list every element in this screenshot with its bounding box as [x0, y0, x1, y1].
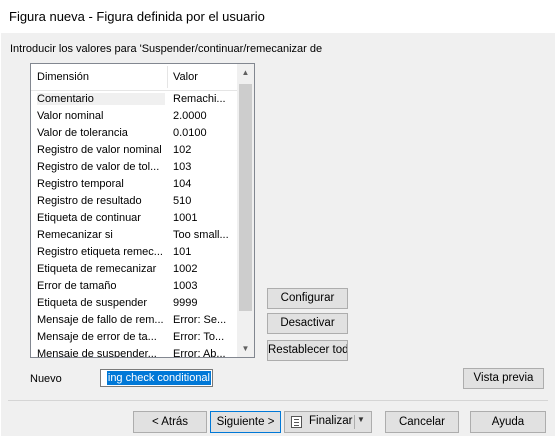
dimension-name: Registro de valor nominal [37, 144, 162, 156]
restablecer-todo-button[interactable]: Restablecer todo [267, 340, 348, 361]
dimension-name: Valor nominal [37, 110, 104, 122]
vista-previa-button[interactable]: Vista previa [463, 368, 544, 389]
nuevo-name-input[interactable]: ing check conditional [100, 369, 213, 387]
dimension-name: Mensaje de error de ta... [37, 331, 157, 343]
dimension-name: Mensaje de suspender... [37, 348, 157, 358]
configurar-button[interactable]: Configurar [267, 288, 348, 309]
desactivar-button[interactable]: Desactivar [267, 313, 348, 334]
column-header-value[interactable]: Valor [173, 71, 198, 83]
table-row[interactable]: Comentario Remachi... [31, 91, 238, 108]
dimension-value: Remachi... [173, 93, 226, 105]
nuevo-label: Nuevo [30, 373, 62, 385]
dimension-value: 0.0100 [173, 127, 207, 139]
scroll-up-arrow-icon[interactable]: ▲ [237, 64, 254, 81]
table-row[interactable]: Error de tamaño 1003 [31, 278, 238, 295]
dimension-name: Etiqueta de remecanizar [37, 263, 157, 275]
dimension-name: Registro temporal [37, 178, 124, 190]
dimension-value: 1001 [173, 212, 198, 224]
footer-separator [8, 400, 548, 401]
nuevo-selected-text: ing check conditional [106, 371, 211, 385]
table-row[interactable]: Etiqueta de remecanizar 1002 [31, 261, 238, 278]
dimension-value: 1003 [173, 280, 198, 292]
ayuda-button[interactable]: Ayuda [470, 411, 546, 433]
dimension-name: Error de tamaño [37, 280, 117, 292]
dimension-value: 101 [173, 246, 192, 258]
column-separator[interactable] [167, 66, 168, 88]
table-row[interactable]: Registro etiqueta remec... 101 [31, 244, 238, 261]
dimension-name: Valor de tolerancia [37, 127, 128, 139]
document-list-icon [291, 416, 302, 428]
table-row[interactable]: Valor de tolerancia 0.0100 [31, 125, 238, 142]
dimension-value: Too small... [173, 229, 229, 241]
dimension-value: Error: Ab... [173, 348, 226, 358]
dimension-value: 1002 [173, 263, 198, 275]
table-row[interactable]: Registro de resultado 510 [31, 193, 238, 210]
dimension-name: Etiqueta de continuar [37, 212, 141, 224]
scroll-thumb[interactable] [239, 84, 252, 311]
vertical-scrollbar[interactable]: ▲ ▼ [237, 64, 254, 357]
dimension-name: Registro de valor de tol... [37, 161, 160, 173]
title-bar: Figura nueva - Figura definida por el us… [0, 0, 556, 33]
table-row[interactable]: Valor nominal 2.0000 [31, 108, 238, 125]
dimension-name: Registro etiqueta remec... [37, 246, 163, 258]
finalizar-split-button[interactable]: Finalizar ▼ [284, 411, 372, 433]
dimension-value: 2.0000 [173, 110, 207, 122]
dimension-value: Error: Se... [173, 314, 227, 326]
table-row[interactable]: Registro de valor nominal 102 [31, 142, 238, 159]
table-row[interactable]: Registro de valor de tol... 103 [31, 159, 238, 176]
dimension-value: 103 [173, 161, 192, 173]
list-rows: Comentario Remachi... Valor nominal 2.0000 V… [31, 91, 238, 358]
table-row[interactable]: Registro temporal 104 [31, 176, 238, 193]
dimension-name: Comentario [37, 93, 165, 105]
table-row[interactable]: Mensaje de suspender... Error: Ab... [31, 346, 238, 358]
list-header: Dimensión Valor [31, 64, 238, 91]
chevron-down-icon[interactable]: ▼ [357, 415, 365, 424]
split-divider [354, 415, 355, 429]
dimension-name: Remecanizar si [37, 229, 113, 241]
finalizar-label: Finalizar [309, 415, 353, 427]
cancelar-button[interactable]: Cancelar [385, 411, 459, 433]
window-title: Figura nueva - Figura definida por el us… [9, 9, 265, 24]
dimension-value: Error: To... [173, 331, 225, 343]
column-header-dimension[interactable]: Dimensión [37, 71, 89, 83]
dimension-value: 9999 [173, 297, 198, 309]
dimension-name: Registro de resultado [37, 195, 142, 207]
dimension-value: 104 [173, 178, 192, 190]
dimension-list[interactable]: Dimensión Valor Comentario Remachi... Valo… [30, 63, 255, 358]
scroll-down-arrow-icon[interactable]: ▼ [237, 340, 254, 357]
dimension-value: 510 [173, 195, 192, 207]
table-row[interactable]: Mensaje de error de ta... Error: To... [31, 329, 238, 346]
siguiente-button[interactable]: Siguiente > [210, 411, 281, 433]
dimension-name: Etiqueta de suspender [37, 297, 148, 309]
intro-text: Introducir los valores para 'Suspender/c… [10, 43, 323, 55]
table-row[interactable]: Etiqueta de suspender 9999 [31, 295, 238, 312]
dimension-name: Mensaje de fallo de rem... [37, 314, 164, 326]
atras-button[interactable]: < Atrás [133, 411, 207, 433]
table-row[interactable]: Remecanizar si Too small... [31, 227, 238, 244]
table-row[interactable]: Mensaje de fallo de rem... Error: Se... [31, 312, 238, 329]
table-row[interactable]: Etiqueta de continuar 1001 [31, 210, 238, 227]
dimension-value: 102 [173, 144, 192, 156]
